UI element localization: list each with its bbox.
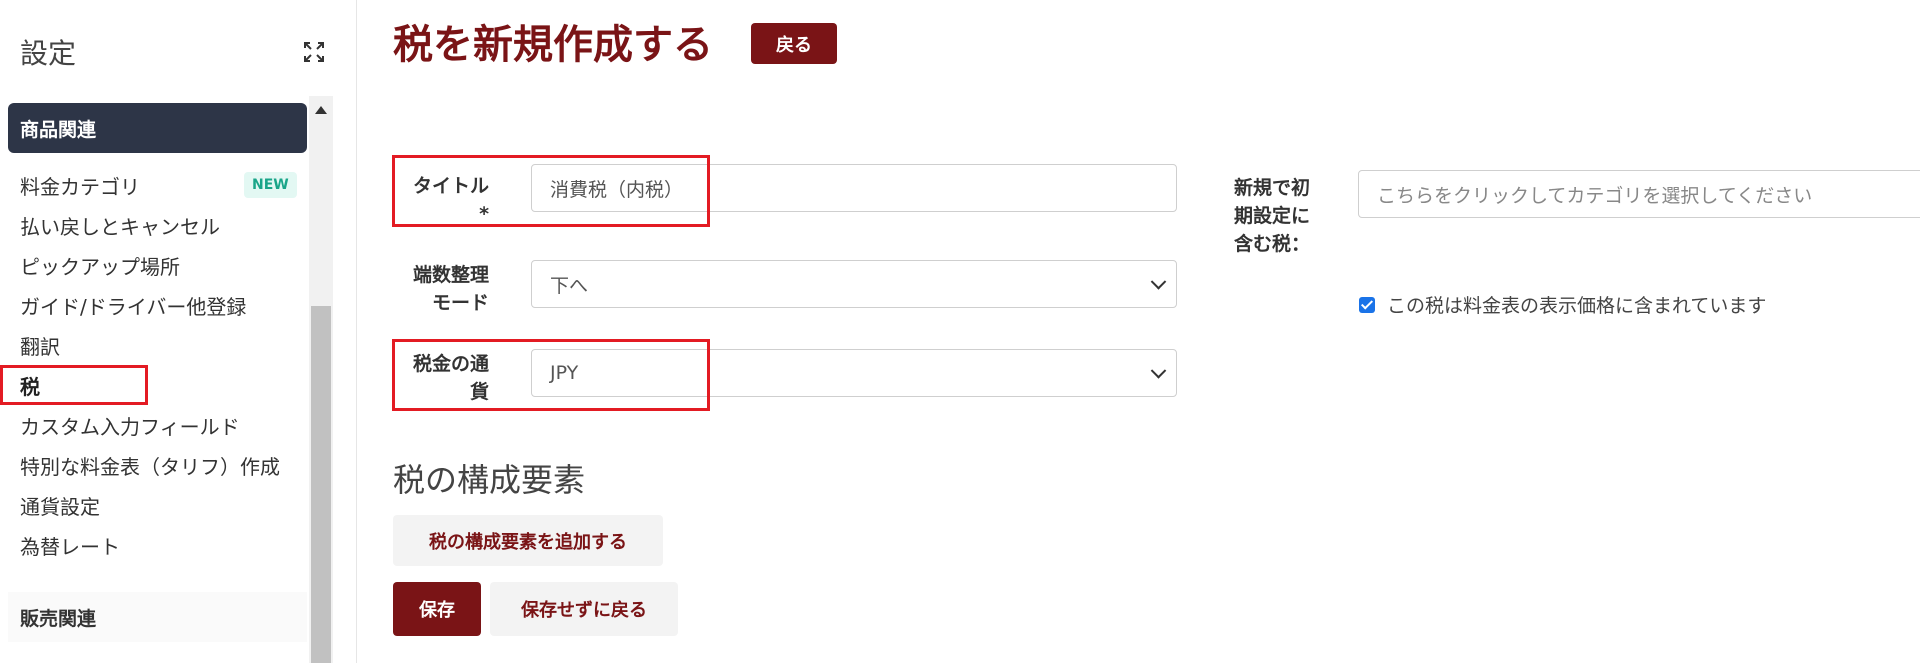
sidebar-item-label: 通貨設定: [20, 494, 100, 519]
sidebar-item-tax[interactable]: 税: [0, 365, 305, 405]
sidebar-item-price-categories[interactable]: 料金カテゴリ NEW: [0, 165, 305, 205]
add-component-button[interactable]: 税の構成要素を追加する: [393, 515, 663, 566]
chevron-down-icon: [1150, 274, 1167, 290]
highlight-box-currency: [392, 339, 710, 411]
included-in-price-checkbox[interactable]: [1359, 297, 1375, 313]
rounding-mode-value: 下へ: [550, 274, 589, 297]
sidebar-item-guides[interactable]: ガイド/ドライバー他登録: [0, 285, 305, 325]
rounding-mode-select[interactable]: 下へ: [531, 260, 1177, 308]
sidebar-item-refunds[interactable]: 払い戻しとキャンセル: [0, 205, 305, 245]
scroll-up-arrow-icon[interactable]: [315, 106, 327, 114]
sidebar-item-label: 料金カテゴリ: [20, 174, 140, 199]
sidebar-item-label: 払い戻しとキャンセル: [20, 214, 220, 239]
sidebar-item-tariffs[interactable]: 特別な料金表（タリフ）作成: [0, 445, 305, 485]
highlight-box-title: [392, 155, 710, 227]
sidebar: 設定 商品関連 料金カテゴリ NEW 払い戻しとキャンセル ピックアップ場所 ガ…: [0, 0, 357, 663]
new-badge: NEW: [244, 172, 297, 198]
components-section-title: 税の構成要素: [393, 461, 586, 499]
sidebar-item-label: 特別な料金表（タリフ）作成: [20, 454, 280, 479]
sidebar-item-translations[interactable]: 翻訳: [0, 325, 305, 365]
sidebar-item-currency[interactable]: 通貨設定: [0, 485, 305, 525]
sidebar-item-label: 税: [20, 374, 40, 399]
chevron-down-icon: [1150, 363, 1167, 379]
sidebar-group-sales[interactable]: 販売関連: [8, 592, 307, 642]
sidebar-item-label: ピックアップ場所: [20, 254, 180, 279]
sidebar-items: 料金カテゴリ NEW 払い戻しとキャンセル ピックアップ場所 ガイド/ドライバー…: [0, 165, 305, 565]
sidebar-group-products[interactable]: 商品関連: [8, 103, 307, 153]
sidebar-scrollbar[interactable]: [309, 96, 333, 663]
default-tax-category-input[interactable]: こちらをクリックしてカテゴリを選択してください: [1358, 170, 1920, 218]
expand-icon[interactable]: [302, 40, 326, 64]
back-button[interactable]: 戻る: [751, 23, 837, 64]
sidebar-item-label: カスタム入力フィールド: [20, 414, 240, 439]
rounding-label: 端数整理モード: [412, 264, 489, 314]
included-in-price-label[interactable]: この税は料金表の表示価格に含まれています: [1387, 291, 1766, 318]
sidebar-item-exchange-rates[interactable]: 為替レート: [0, 525, 305, 565]
sidebar-title: 設定: [20, 37, 77, 70]
sidebar-item-pickup[interactable]: ピックアップ場所: [0, 245, 305, 285]
page-title: 税を新規作成する: [393, 22, 713, 68]
sidebar-item-custom-fields[interactable]: カスタム入力フィールド: [0, 405, 305, 445]
scrollbar-thumb[interactable]: [311, 306, 331, 663]
sidebar-item-label: 翻訳: [20, 334, 60, 359]
sidebar-item-label: ガイド/ドライバー他登録: [20, 294, 247, 319]
cancel-button[interactable]: 保存せずに戻る: [490, 582, 678, 636]
default-tax-label: 新規で初期設定に含む税：: [1234, 177, 1311, 255]
save-button[interactable]: 保存: [393, 582, 481, 636]
sidebar-item-label: 為替レート: [20, 534, 120, 559]
